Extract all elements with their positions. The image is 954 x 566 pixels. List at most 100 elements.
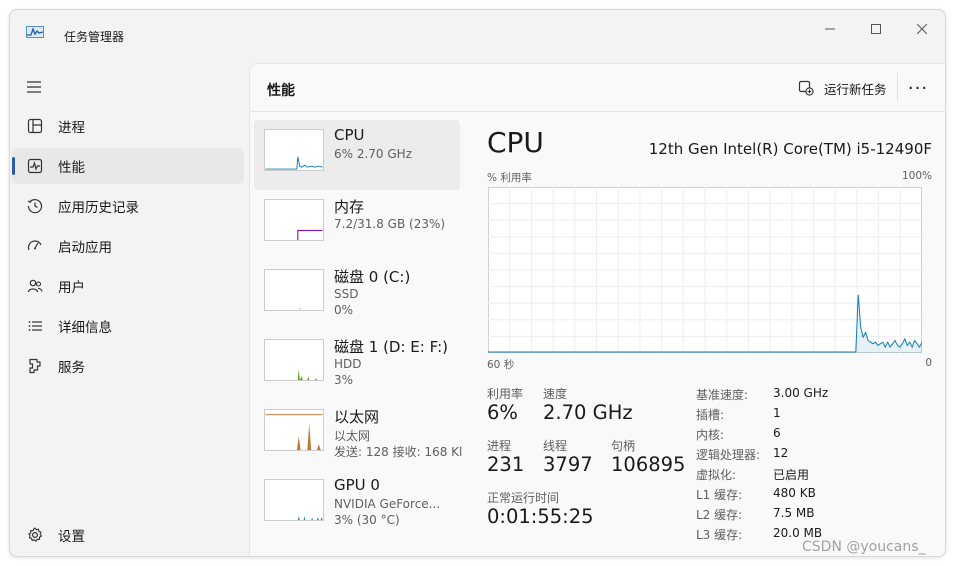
- spec-value: 已启用: [773, 468, 810, 482]
- device-item-cpu[interactable]: CPU 6% 2.70 GHz: [254, 120, 460, 190]
- spec-key: 基准速度:: [696, 388, 749, 402]
- device-list: CPU 6% 2.70 GHz 内存 7.2/31.8 GB (23%) 磁盘 …: [254, 120, 462, 540]
- utilization-axis-max: 100%: [901, 170, 932, 182]
- device-item-memory[interactable]: 内存 7.2/31.8 GB (23%): [254, 190, 460, 260]
- spec-value: 480 KB: [773, 486, 816, 500]
- maximize-button[interactable]: [853, 14, 899, 44]
- performance-icon: [26, 157, 44, 175]
- utilization-value: 6%: [487, 401, 518, 424]
- window-title: 任务管理器: [64, 30, 125, 44]
- services-icon: [26, 357, 44, 375]
- device-item-gpu[interactable]: GPU 0 NVIDIA GeForce... 3% (30 °C): [254, 470, 460, 540]
- device-detail: 6% 2.70 GHz: [334, 147, 413, 161]
- sidebar-item-details[interactable]: 详细信息: [12, 308, 244, 344]
- spec-key: 内核:: [696, 428, 725, 442]
- spec-value: 3.00 GHz: [773, 386, 829, 400]
- task-manager-icon: [26, 26, 44, 38]
- disk0-thumbnail-graph: [264, 269, 324, 311]
- speed-value: 2.70 GHz: [543, 401, 633, 424]
- utilization-label: 利用率: [487, 387, 524, 401]
- device-name: 磁盘 1 (D: E: F:): [334, 338, 448, 356]
- time-axis-left: 60 秒: [487, 359, 515, 371]
- sidebar-item-label: 性能: [58, 160, 85, 176]
- sidebar-item-label: 应用历史记录: [58, 200, 139, 216]
- device-item-ethernet[interactable]: 以太网 以太网 发送: 128 接收: 168 Kl: [254, 400, 462, 470]
- threads-value: 3797: [543, 453, 593, 476]
- sidebar-item-app-history[interactable]: 应用历史记录: [12, 188, 244, 224]
- device-detail: NVIDIA GeForce...: [334, 497, 441, 511]
- sidebar-item-performance[interactable]: 性能: [12, 148, 244, 184]
- users-icon: [26, 277, 44, 295]
- device-detail: HDD: [334, 357, 362, 371]
- run-new-task-button[interactable]: 运行新任务: [798, 77, 887, 99]
- sidebar-item-services[interactable]: 服务: [12, 348, 244, 384]
- sidebar-item-users[interactable]: 用户: [12, 268, 244, 304]
- sidebar-nav: 进程 性能 应用历史记录 启动应用 用户 详细信息 服务: [12, 108, 244, 388]
- processes-label: 进程: [487, 439, 512, 453]
- content-header: 性能 运行新任务 ···: [250, 64, 945, 112]
- more-options-button[interactable]: ···: [900, 76, 936, 100]
- device-detail: 7.2/31.8 GB (23%): [334, 217, 446, 231]
- spec-key: 逻辑处理器:: [696, 448, 761, 462]
- spec-key: 虚拟化:: [696, 468, 737, 482]
- cpu-model-name: 12th Gen Intel(R) Core(TM) i5-12490F: [648, 140, 932, 158]
- maximize-icon: [871, 24, 881, 34]
- watermark: CSDN @youcans_: [802, 539, 926, 555]
- device-name: 内存: [334, 198, 365, 216]
- threads-label: 线程: [543, 439, 568, 453]
- disk1-thumbnail-graph: [264, 339, 324, 381]
- detail-title: CPU: [487, 126, 544, 159]
- ethernet-thumbnail-graph: [264, 409, 324, 451]
- device-detail: 以太网: [334, 429, 371, 443]
- device-detail: 3%: [334, 373, 354, 387]
- spec-value: 7.5 MB: [773, 506, 815, 520]
- spec-value: 12: [773, 446, 789, 460]
- device-detail: 0%: [334, 303, 354, 317]
- device-detail: 3% (30 °C): [334, 513, 400, 527]
- spec-value: 6: [773, 426, 781, 440]
- cpu-thumbnail-graph: [264, 129, 324, 171]
- device-name: 磁盘 0 (C:): [334, 268, 411, 286]
- title-bar: 任务管理器: [10, 10, 945, 54]
- sidebar-item-label: 用户: [58, 280, 85, 296]
- processes-value: 231: [487, 453, 525, 476]
- speed-label: 速度: [543, 387, 568, 401]
- device-name: GPU 0: [334, 476, 380, 494]
- page-title: 性能: [267, 83, 295, 99]
- spec-key: L2 缓存:: [696, 508, 743, 522]
- processes-icon: [26, 117, 44, 135]
- sidebar-item-label: 启动应用: [58, 240, 112, 256]
- spec-key: 插槽:: [696, 408, 725, 422]
- spec-key: L3 缓存:: [696, 528, 743, 542]
- gear-icon: [26, 526, 44, 544]
- close-button[interactable]: [899, 14, 945, 44]
- task-manager-window: 任务管理器 进程 性能 应用历史记录 启动应用 用户 详细信息 服务 设置 性能…: [9, 9, 946, 557]
- spec-value: 1: [773, 406, 781, 420]
- divider: [897, 73, 898, 101]
- device-detail: SSD: [334, 287, 359, 301]
- sidebar-item-label: 设置: [58, 529, 85, 545]
- sidebar-item-label: 服务: [58, 360, 85, 376]
- menu-toggle-icon[interactable]: [24, 78, 46, 96]
- minimize-button[interactable]: [807, 14, 853, 44]
- spec-value: 20.0 MB: [773, 526, 823, 540]
- uptime-value: 0:01:55:25: [487, 505, 594, 528]
- minimize-icon: [825, 28, 835, 30]
- sidebar-item-settings[interactable]: 设置: [12, 517, 244, 553]
- device-name: CPU: [334, 126, 365, 144]
- performance-panel: 性能 运行新任务 ··· CPU 6% 2.70 GHz 内存 7.2/31.8…: [249, 63, 945, 556]
- more-icon: ···: [907, 77, 929, 99]
- device-item-disk-1[interactable]: 磁盘 1 (D: E: F:) HDD 3%: [254, 330, 460, 400]
- sidebar-item-processes[interactable]: 进程: [12, 108, 244, 144]
- sidebar-item-label: 详细信息: [58, 320, 112, 336]
- new-task-icon: [798, 80, 814, 96]
- cpu-utilization-graph: [488, 187, 922, 353]
- sidebar-item-startup-apps[interactable]: 启动应用: [12, 228, 244, 264]
- spec-key: L1 缓存:: [696, 488, 743, 502]
- utilization-axis-label: % 利用率: [487, 172, 532, 184]
- device-item-disk-0[interactable]: 磁盘 0 (C:) SSD 0%: [254, 260, 460, 330]
- run-new-task-label: 运行新任务: [824, 81, 887, 97]
- details-icon: [26, 317, 44, 335]
- gpu-thumbnail-graph: [264, 479, 324, 521]
- startup-apps-icon: [26, 237, 44, 255]
